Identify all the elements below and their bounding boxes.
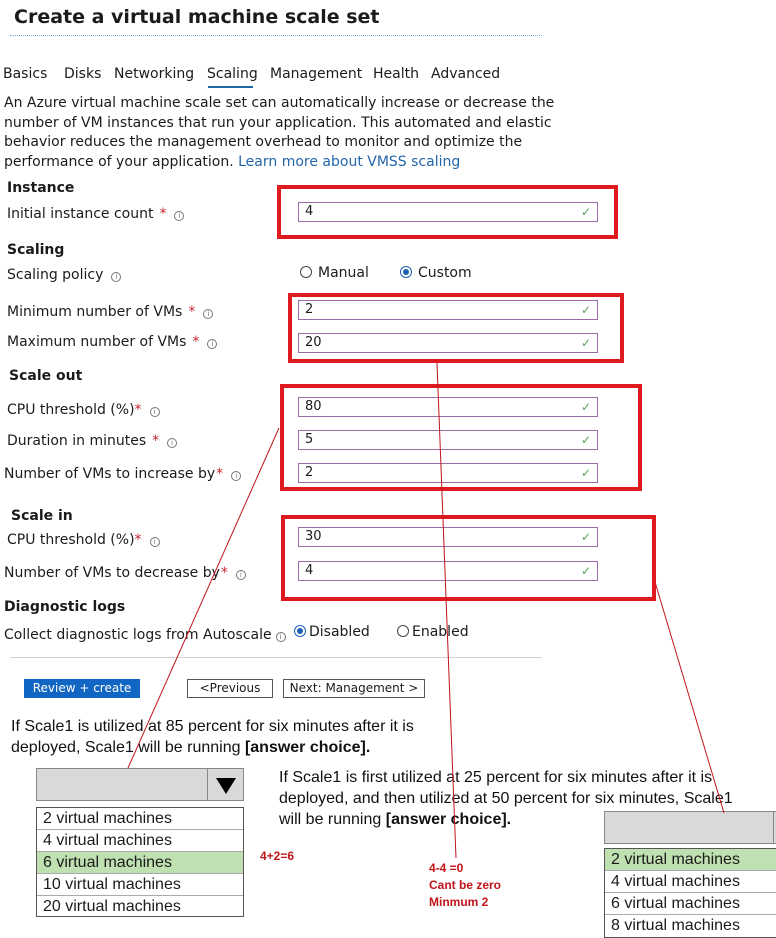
annotation-lines <box>127 362 725 859</box>
annotation-line <box>654 581 725 814</box>
annotation-line <box>127 427 280 769</box>
annotation-line <box>436 362 457 859</box>
